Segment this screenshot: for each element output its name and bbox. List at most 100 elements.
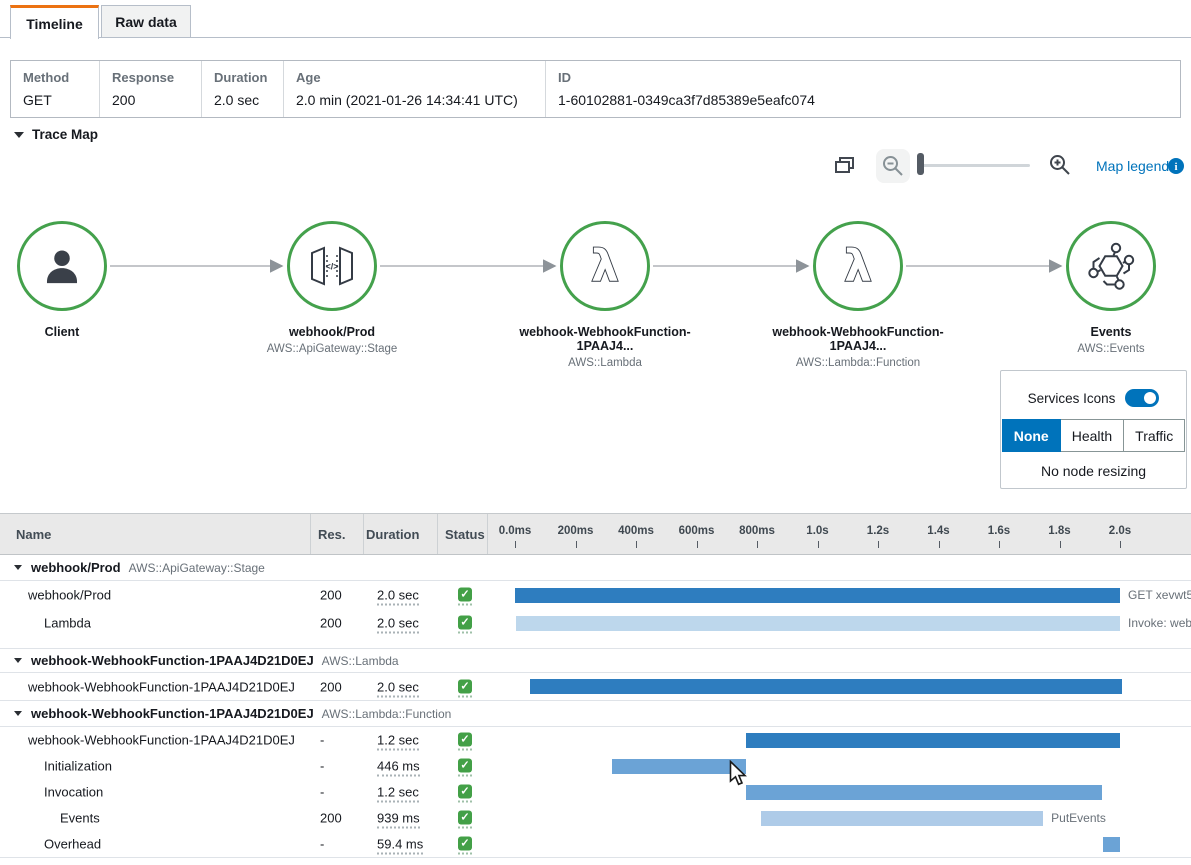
axis-tick-mark	[515, 541, 516, 548]
summary-value: 2.0 sec	[214, 92, 271, 108]
summary-value: 2.0 min (2021-01-26 14:34:41 UTC)	[296, 92, 533, 108]
tab-raw-data[interactable]: Raw data	[101, 5, 191, 37]
node-type: AWS::Lambda::Function	[758, 357, 958, 369]
collapse-triangle-icon[interactable]	[14, 565, 22, 570]
status-ok-icon[interactable]: ✓	[458, 588, 472, 606]
mode-button-traffic[interactable]: Traffic	[1123, 419, 1185, 452]
tab-timeline-label: Timeline	[26, 16, 83, 32]
node-mode-button-group: NoneHealthTraffic	[1002, 419, 1186, 452]
summary-header: ID	[558, 70, 1168, 85]
axis-tick-label: 1.8s	[1030, 525, 1090, 537]
summary-cell-method: MethodGET	[11, 61, 99, 117]
collapse-triangle-icon[interactable]	[14, 711, 22, 716]
summary-value: 200	[112, 92, 189, 108]
row-duration[interactable]: 2.0 sec	[377, 588, 419, 606]
summary-cell-age: Age 2.0 min (2021-01-26 14:34:41 UTC)	[283, 61, 545, 117]
trace-map-node-2[interactable]: </>webhook/ProdAWS::ApiGateway::Stage	[232, 221, 432, 355]
trace-map-node-3[interactable]: λwebhook-WebhookFunction-1PAAJ4...AWS::L…	[505, 221, 705, 369]
axis-tick-mark	[576, 541, 577, 548]
status-ok-icon[interactable]: ✓	[458, 837, 472, 855]
timeline-table: NameRes.DurationStatus0.0ms200ms400ms600…	[0, 513, 1191, 865]
mode-button-none[interactable]: None	[1002, 419, 1061, 452]
duration-bar[interactable]	[530, 679, 1122, 694]
row-response: 200	[320, 588, 342, 603]
node-resizing-label: No node resizing	[1001, 463, 1186, 479]
tab-underline	[0, 37, 1191, 38]
map-zoom-slider-handle[interactable]	[917, 153, 924, 175]
row-duration[interactable]: 1.2 sec	[377, 733, 419, 751]
summary-header: Duration	[214, 70, 271, 85]
row-response: -	[320, 759, 324, 774]
trace-map-node-4[interactable]: λwebhook-WebhookFunction-1PAAJ4...AWS::L…	[758, 221, 958, 369]
timeline-row[interactable]: webhook/Prod2002.0 sec✓GET xevwt5kl	[0, 581, 1191, 609]
row-name: webhook-WebhookFunction-1PAAJ4D21D0EJ	[28, 679, 295, 694]
services-icons-toggle[interactable]	[1125, 389, 1159, 407]
row-name: Events	[60, 811, 100, 826]
zoom-in-button[interactable]	[1048, 153, 1072, 177]
node-name: webhook-WebhookFunction-1PAAJ4...	[505, 325, 705, 353]
axis-tick-label: 200ms	[546, 525, 606, 537]
status-ok-icon[interactable]: ✓	[458, 733, 472, 751]
timeline-group-header[interactable]: webhook/ProdAWS::ApiGateway::Stage	[0, 555, 1191, 581]
timeline-row[interactable]: Overhead-59.4 ms✓	[0, 831, 1191, 857]
axis-tick-label: 1.0s	[788, 525, 848, 537]
check-icon: ✓	[458, 811, 472, 825]
status-ok-icon[interactable]: ✓	[458, 811, 472, 829]
mode-button-health[interactable]: Health	[1060, 419, 1124, 452]
timeline-group-header[interactable]: webhook-WebhookFunction-1PAAJ4D21D0EJAWS…	[0, 648, 1191, 673]
zoom-out-button[interactable]	[876, 149, 910, 183]
status-ok-icon[interactable]: ✓	[458, 785, 472, 803]
node-name: Client	[0, 325, 162, 339]
status-ok-icon[interactable]: ✓	[458, 616, 472, 634]
trace-map-node-5[interactable]: EventsAWS::Events	[1011, 221, 1191, 355]
trace-map-node-1[interactable]: Client	[0, 221, 162, 339]
trace-map-title: Trace Map	[32, 127, 98, 142]
timeline-row[interactable]: webhook-WebhookFunction-1PAAJ4D21D0EJ-1.…	[0, 727, 1191, 753]
table-bottom-border	[0, 857, 1191, 858]
fullscreen-icon[interactable]	[835, 157, 854, 174]
axis-tick-label: 800ms	[727, 525, 787, 537]
timeline-row[interactable]: Lambda2002.0 sec✓Invoke: webho	[0, 609, 1191, 637]
check-icon: ✓	[458, 759, 472, 773]
summary-header: Age	[296, 70, 533, 85]
api-gateway-icon: </>	[287, 221, 377, 311]
map-legend-link[interactable]: Map legend	[1096, 158, 1169, 174]
axis-tick-mark	[1120, 541, 1121, 548]
axis-tick-mark	[818, 541, 819, 548]
row-duration[interactable]: 59.4 ms	[377, 837, 423, 855]
node-name: Events	[1011, 325, 1191, 339]
trace-map-toggle[interactable]: Trace Map	[14, 127, 98, 142]
duration-bar[interactable]	[515, 588, 1120, 603]
svg-text:i: i	[1174, 161, 1177, 173]
row-duration[interactable]: 2.0 sec	[377, 679, 419, 697]
info-icon[interactable]: i	[1168, 158, 1184, 179]
collapse-triangle-icon[interactable]	[14, 658, 22, 663]
timeline-row[interactable]: webhook-WebhookFunction-1PAAJ4D21D0EJ 200…	[0, 673, 1191, 700]
map-zoom-slider[interactable]	[922, 164, 1030, 167]
timeline-row[interactable]: Events200939 ms✓PutEvents	[0, 805, 1191, 831]
duration-bar[interactable]	[761, 811, 1043, 826]
timeline-group-header[interactable]: webhook-WebhookFunction-1PAAJ4D21D0EJAWS…	[0, 700, 1191, 727]
row-response: -	[320, 733, 324, 748]
trace-summary-table: MethodGETResponse200Duration2.0 secAge2.…	[10, 60, 1181, 118]
summary-value: 1-60102881-0349ca3f7d85389e5eafc074	[558, 92, 1168, 108]
status-ok-icon[interactable]: ✓	[458, 679, 472, 697]
group-type: AWS::Lambda::Function	[322, 707, 452, 721]
timeline-row[interactable]: Invocation-1.2 sec✓	[0, 779, 1191, 805]
user-icon	[17, 221, 107, 311]
status-ok-icon[interactable]: ✓	[458, 759, 472, 777]
row-duration[interactable]: 2.0 sec	[377, 616, 419, 634]
row-duration[interactable]: 939 ms	[377, 811, 420, 829]
row-duration[interactable]: 446 ms	[377, 759, 420, 777]
axis-tick-mark	[939, 541, 940, 548]
timeline-row[interactable]: Initialization-446 ms✓	[0, 753, 1191, 779]
duration-bar[interactable]	[1103, 837, 1120, 852]
row-duration[interactable]: 1.2 sec	[377, 785, 419, 803]
tab-timeline[interactable]: Timeline	[10, 5, 99, 39]
duration-bar[interactable]	[612, 759, 746, 774]
duration-bar[interactable]	[516, 616, 1120, 631]
row-response: 200	[320, 679, 342, 694]
duration-bar[interactable]	[746, 785, 1102, 800]
duration-bar[interactable]	[746, 733, 1120, 748]
axis-tick-label: 400ms	[606, 525, 666, 537]
